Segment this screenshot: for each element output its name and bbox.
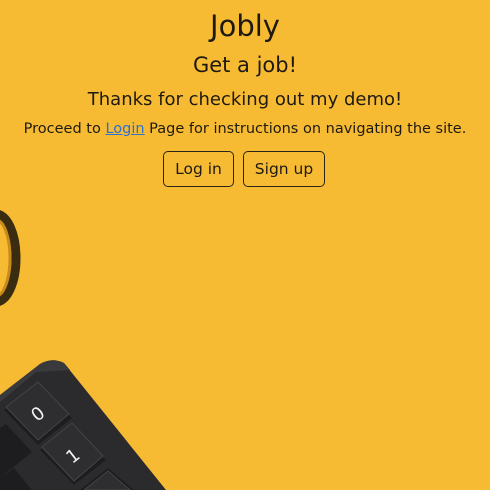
instructions-text: Proceed to Login Page for instructions o… xyxy=(0,119,490,139)
magnifier-rim xyxy=(0,210,21,306)
signup-button[interactable]: Sign up xyxy=(243,151,325,187)
instructions-after: Page for instructions on navigating the … xyxy=(144,121,467,137)
tagline: Get a job! xyxy=(192,53,298,77)
thanks-message: Thanks for checking out my demo! xyxy=(87,89,403,110)
instructions-before: Proceed to xyxy=(23,121,106,137)
calculator: 0 1 xyxy=(0,360,166,490)
brand-title: Jobly xyxy=(210,9,280,43)
login-button[interactable]: Log in xyxy=(163,151,234,187)
login-link[interactable]: Login xyxy=(105,121,144,137)
